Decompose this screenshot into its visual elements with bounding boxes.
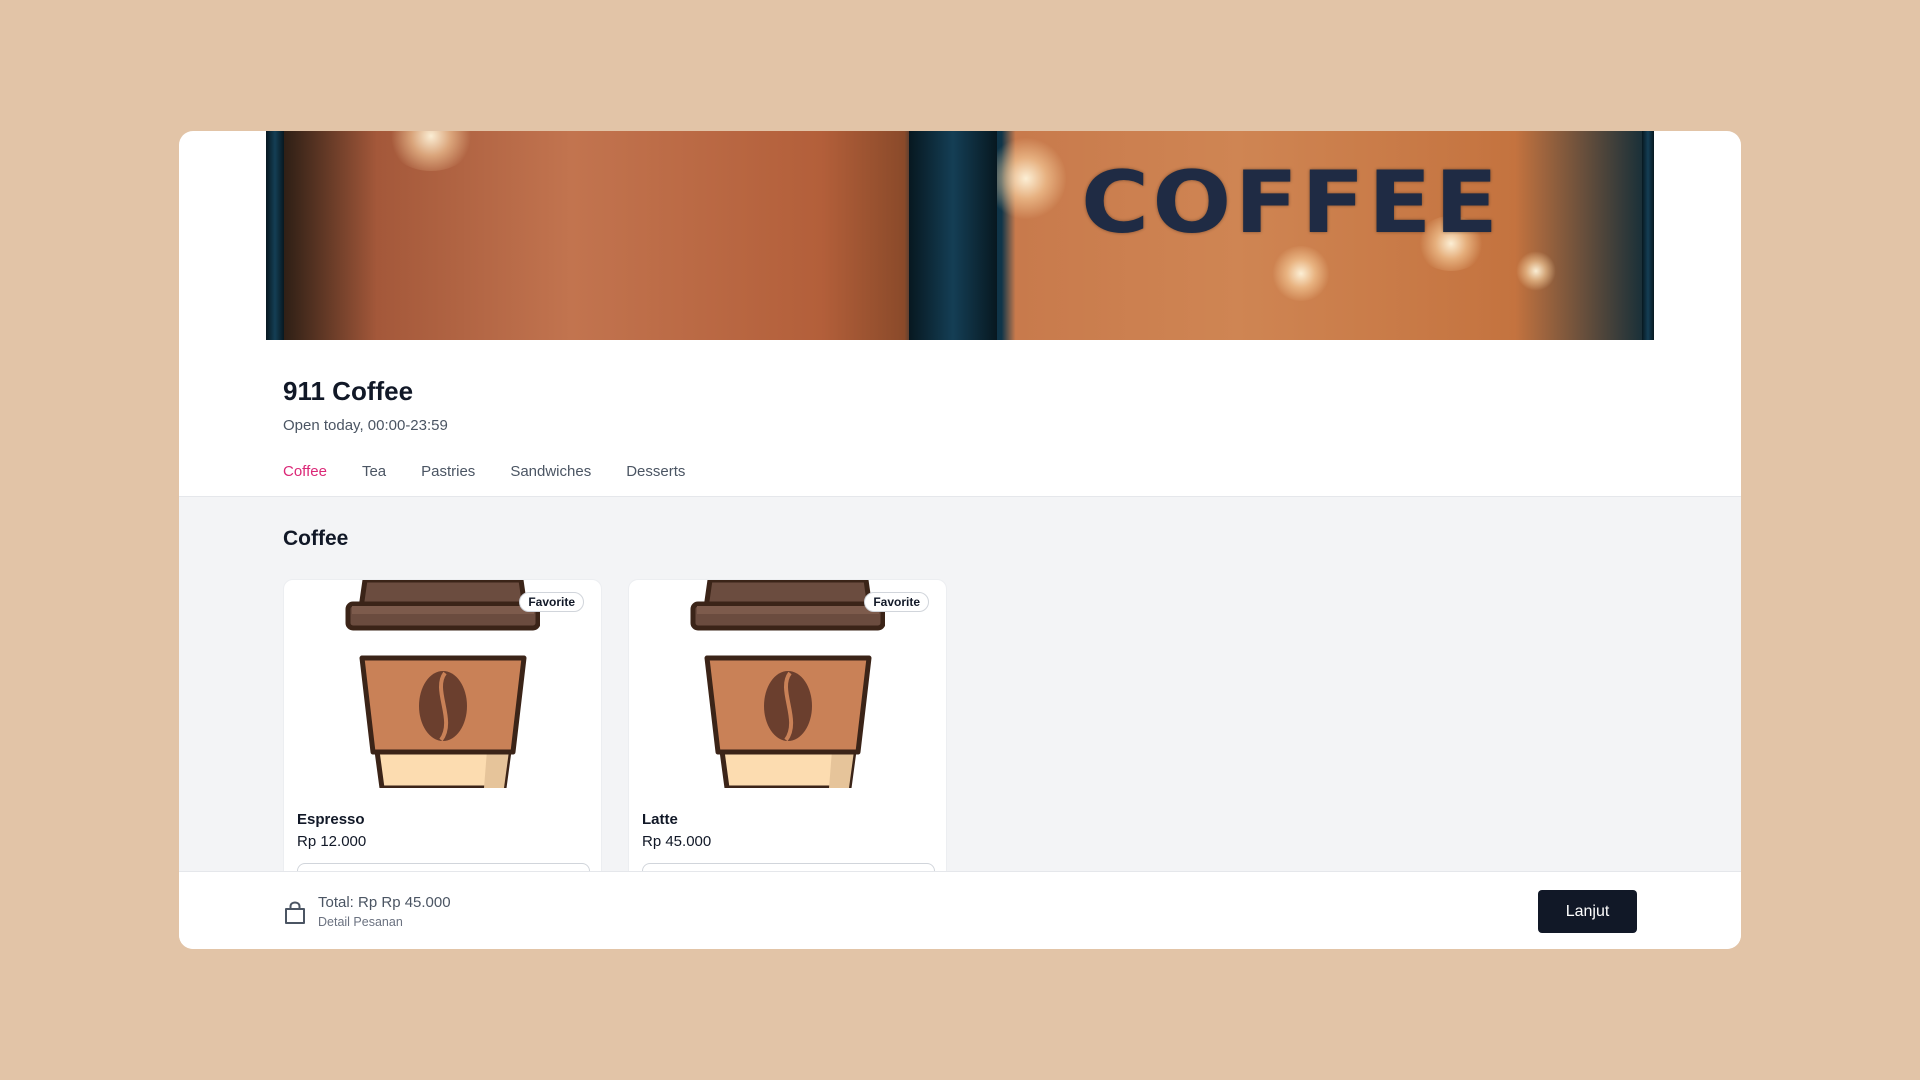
product-price: Rp 45.000: [642, 833, 712, 850]
order-footer: Total: Rp Rp 45.000 Detail Pesanan Lanju…: [179, 871, 1741, 949]
category-tabs: Coffee Tea Pastries Sandwiches Desserts: [283, 463, 720, 480]
hero-banner-image: COFFEE: [266, 131, 1654, 340]
next-button[interactable]: Lanjut: [1538, 890, 1637, 933]
product-card-espresso[interactable]: Favorite Espresso Rp 12.000: [283, 579, 602, 881]
section-title: Coffee: [283, 527, 349, 550]
favorite-badge: Favorite: [519, 592, 584, 612]
shop-header: 911 Coffee Open today, 00:00-23:59: [283, 376, 448, 434]
favorite-badge: Favorite: [864, 592, 929, 612]
order-total: Total: Rp Rp 45.000: [318, 894, 451, 911]
tab-desserts[interactable]: Desserts: [626, 463, 685, 480]
app-window: COFFEE 911 Coffee Open today, 00:00-23:5…: [179, 131, 1741, 949]
shop-hours: Open today, 00:00-23:59: [283, 417, 448, 434]
coffee-sign-text: COFFEE: [1081, 153, 1502, 253]
tab-pastries[interactable]: Pastries: [421, 463, 475, 480]
menu-content[interactable]: Coffee Favorite Espresso Rp 12.000 Favor…: [179, 496, 1741, 881]
tab-tea[interactable]: Tea: [362, 463, 386, 480]
product-name: Espresso: [297, 811, 365, 828]
product-card-latte[interactable]: Favorite Latte Rp 45.000: [628, 579, 947, 881]
order-detail-link[interactable]: Detail Pesanan: [318, 915, 403, 929]
shop-name: 911 Coffee: [283, 376, 414, 406]
tab-sandwiches[interactable]: Sandwiches: [510, 463, 591, 480]
tab-coffee[interactable]: Coffee: [283, 463, 327, 480]
product-price: Rp 12.000: [297, 833, 367, 850]
product-name: Latte: [642, 811, 678, 828]
shopping-bag-icon: [285, 901, 305, 924]
coffee-cup-icon: [344, 580, 540, 788]
coffee-cup-icon: [689, 580, 885, 788]
